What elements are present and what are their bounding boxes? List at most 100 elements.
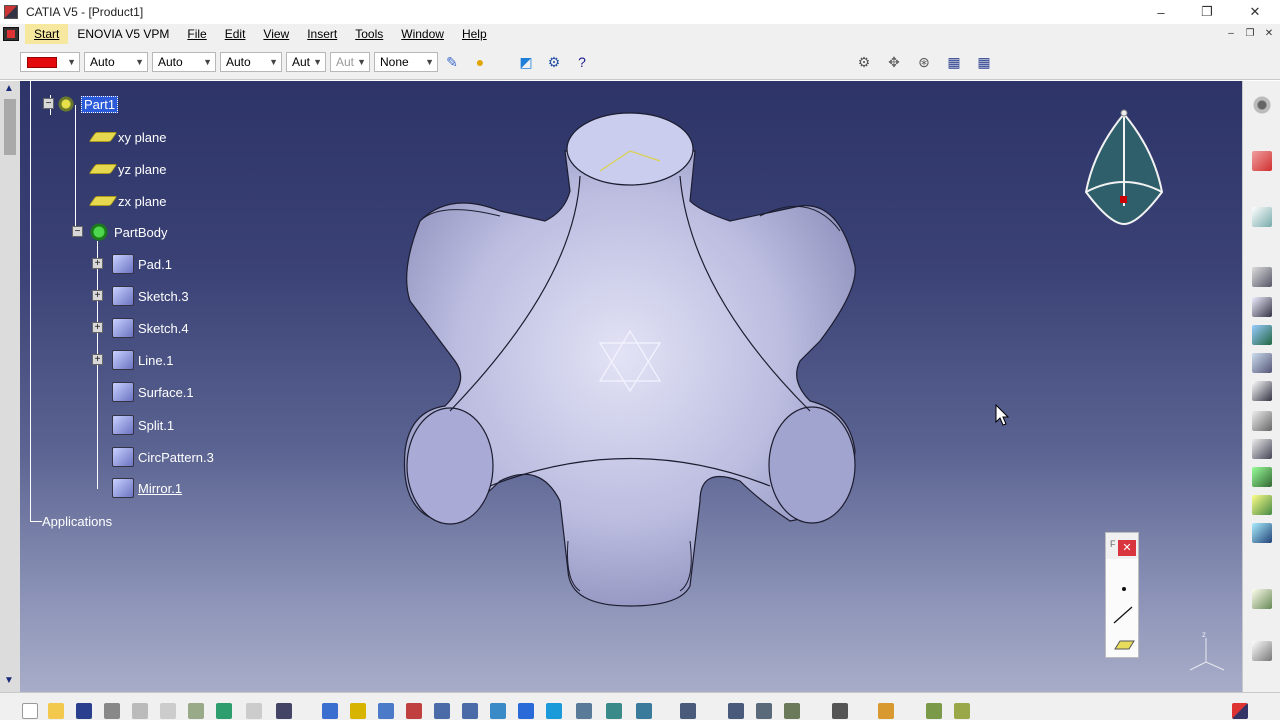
constraint-icon[interactable]	[784, 703, 800, 719]
transparency-select[interactable]: Auto ▼	[84, 52, 148, 72]
zoom-out-icon[interactable]	[462, 703, 478, 719]
line-type-select[interactable]: Auto ▼	[220, 52, 282, 72]
tree-node-split1[interactable]: Split.1	[112, 415, 174, 435]
hole-tool-icon[interactable]	[1252, 381, 1272, 401]
tree-node-sketch4[interactable]: + Sketch.4	[92, 318, 189, 338]
tree-node-applications[interactable]: Applications	[38, 511, 112, 531]
pocket-tool-icon[interactable]	[1252, 297, 1272, 317]
collapse-toggle[interactable]: −	[43, 98, 54, 109]
knowledge-icon[interactable]: ⚙	[544, 52, 564, 72]
tree-node-partbody[interactable]: − PartBody	[72, 222, 167, 242]
expand-toggle[interactable]: +	[92, 258, 103, 269]
tree-node-mirror1[interactable]: Mirror.1	[112, 478, 182, 498]
paint-icon[interactable]	[878, 703, 894, 719]
workbench-icon[interactable]: ◩	[516, 52, 536, 72]
doc-close-button[interactable]: ✕	[1260, 26, 1278, 42]
menu-window[interactable]: Window	[392, 24, 453, 44]
copy-icon[interactable]	[160, 703, 176, 719]
hide-show-icon[interactable]	[606, 703, 622, 719]
menu-file[interactable]: File	[178, 24, 215, 44]
measure-icon[interactable]	[728, 703, 744, 719]
pad-tool-icon[interactable]	[1252, 267, 1272, 287]
layer-select[interactable]: None ▼	[374, 52, 438, 72]
table-icon[interactable]: ▦	[974, 52, 994, 72]
isometric-view-icon[interactable]	[546, 703, 562, 719]
menu-edit[interactable]: Edit	[216, 24, 255, 44]
tree-node-sketch3[interactable]: + Sketch.3	[92, 286, 189, 306]
format-painter-icon[interactable]: ✎	[442, 52, 462, 72]
sketch-tool-icon[interactable]	[1252, 207, 1272, 227]
open-folder-icon[interactable]	[48, 703, 64, 719]
print-icon[interactable]	[104, 703, 120, 719]
capture-icon[interactable]	[832, 703, 848, 719]
groove-tool-icon[interactable]	[1252, 353, 1272, 373]
menu-view[interactable]: View	[254, 24, 298, 44]
settings-gear-icon[interactable]: ⚙	[854, 52, 874, 72]
scroll-down-icon[interactable]: ▼	[4, 675, 14, 686]
boolean-tool-icon[interactable]	[1252, 589, 1272, 609]
tree-node-circpattern3[interactable]: CircPattern.3	[112, 447, 214, 467]
undo-icon[interactable]	[216, 703, 232, 719]
select-arrow-icon[interactable]	[1252, 151, 1272, 171]
tree-node-pad[interactable]: + Pad.1	[92, 254, 172, 274]
dress-up-tool-icon[interactable]	[1252, 523, 1272, 543]
close-button[interactable]: ✕	[1232, 0, 1278, 24]
solid-tool-icon[interactable]	[1252, 467, 1272, 487]
menu-start[interactable]: Start	[25, 24, 69, 44]
save-icon[interactable]	[76, 703, 92, 719]
normal-view-icon[interactable]	[490, 703, 506, 719]
cut-icon[interactable]	[132, 703, 148, 719]
expand-toggle[interactable]: +	[92, 354, 103, 365]
doc-restore-button[interactable]: ❐	[1241, 26, 1259, 42]
multi-view-icon[interactable]	[518, 703, 534, 719]
tree-node-xy-plane[interactable]: xy plane	[88, 127, 166, 147]
expand-toggle[interactable]: +	[92, 290, 103, 301]
fit-all-icon[interactable]	[350, 703, 366, 719]
rib-tool-icon[interactable]	[1252, 411, 1272, 431]
grip-icon[interactable]: F	[1110, 539, 1116, 549]
tree-scrollbar[interactable]: ▲ ▼	[0, 81, 20, 692]
plane-tool-icon[interactable]	[1114, 640, 1135, 650]
whats-this-icon[interactable]: ?	[572, 52, 592, 72]
point-type-select[interactable]: Aut ▼	[286, 52, 326, 72]
compass-widget[interactable]	[1080, 106, 1170, 230]
menu-help[interactable]: Help	[453, 24, 496, 44]
line-thickness-select[interactable]: Auto ▼	[152, 52, 216, 72]
sketcher-icon[interactable]	[680, 703, 696, 719]
pan-icon[interactable]	[378, 703, 394, 719]
tree-node-yz-plane[interactable]: yz plane	[88, 159, 166, 179]
menu-tools[interactable]: Tools	[346, 24, 392, 44]
shading-icon[interactable]	[576, 703, 592, 719]
scroll-up-icon[interactable]: ▲	[4, 83, 14, 94]
fly-mode-icon[interactable]	[322, 703, 338, 719]
compass-origin[interactable]	[1120, 196, 1127, 203]
close-icon[interactable]: ✕	[1118, 540, 1136, 556]
tree-node-surface1[interactable]: Surface.1	[112, 382, 194, 402]
scroll-thumb[interactable]	[4, 99, 16, 155]
expand-toggle[interactable]: +	[92, 322, 103, 333]
floating-toolbar-header[interactable]: F ✕	[1106, 533, 1138, 559]
maximize-button[interactable]: ❐	[1184, 0, 1230, 24]
shaft-tool-icon[interactable]	[1252, 325, 1272, 345]
slot-tool-icon[interactable]	[1252, 439, 1272, 459]
tree-node-line1[interactable]: + Line.1	[92, 350, 173, 370]
edit-tool-icon[interactable]	[1252, 495, 1272, 515]
compass-tool-icon[interactable]: ✥	[884, 52, 904, 72]
redo-icon[interactable]	[246, 703, 262, 719]
line-tool-icon[interactable]	[1113, 606, 1133, 624]
zoom-in-icon[interactable]	[434, 703, 450, 719]
tree-node-zx-plane[interactable]: zx plane	[88, 191, 166, 211]
new-file-icon[interactable]	[22, 703, 38, 719]
catalog-browser-icon[interactable]	[926, 703, 942, 719]
rotate-icon[interactable]	[406, 703, 422, 719]
color-select[interactable]: ▼	[20, 52, 80, 72]
point-icon[interactable]	[1122, 587, 1126, 591]
knowledge-advisor-icon[interactable]	[954, 703, 970, 719]
help-pointer-icon[interactable]	[276, 703, 292, 719]
minimize-button[interactable]: –	[1138, 0, 1184, 24]
gear-icon[interactable]	[1252, 95, 1272, 115]
swap-space-icon[interactable]	[636, 703, 652, 719]
doc-minimize-button[interactable]: –	[1222, 26, 1240, 42]
reference-tool-icon[interactable]	[1252, 641, 1272, 661]
apply-material-icon[interactable]	[756, 703, 772, 719]
